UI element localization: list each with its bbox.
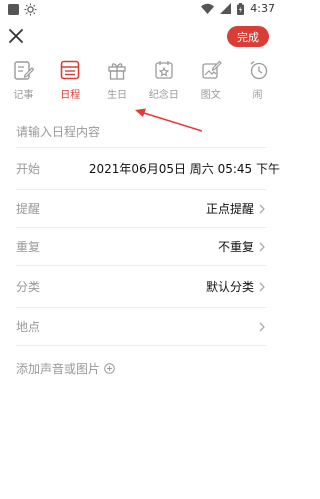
location-label: 地点 bbox=[16, 320, 41, 334]
tab-label: 纪念日 bbox=[148, 90, 179, 101]
tab-note[interactable]: 记事 bbox=[0, 58, 47, 104]
app-bar: 完成 bbox=[0, 22, 281, 52]
add-media-button[interactable]: 添加声音或图片 bbox=[16, 360, 115, 377]
content-placeholder: 请输入日程内容 bbox=[16, 124, 101, 139]
reminder-value: 正点提醒 bbox=[205, 202, 254, 216]
battery-icon bbox=[237, 2, 245, 15]
start-value: 2021年06月05日 周六 05:45 下午 bbox=[88, 162, 280, 176]
category-tabs: 记事 日程 生日 纪念日 图文 闹 bbox=[0, 58, 281, 104]
repeat-label: 重复 bbox=[16, 240, 41, 254]
category-value: 默认分类 bbox=[205, 280, 254, 294]
chevron-right-icon bbox=[259, 282, 265, 291]
tab-birthday[interactable]: 生日 bbox=[94, 58, 141, 104]
add-media-label: 添加声音或图片 bbox=[16, 362, 101, 376]
brightness-icon bbox=[24, 3, 37, 16]
chevron-right-icon bbox=[259, 242, 265, 251]
chevron-right-icon bbox=[259, 204, 265, 213]
repeat-value: 不重复 bbox=[217, 240, 254, 254]
status-time: 4:37 bbox=[250, 2, 275, 15]
notification-square-icon bbox=[8, 4, 19, 15]
wifi-icon bbox=[201, 3, 215, 14]
tab-alarm[interactable]: 闹 bbox=[234, 58, 281, 104]
close-icon[interactable] bbox=[6, 26, 26, 46]
schedule-icon bbox=[60, 60, 80, 80]
category-row[interactable]: 分类 默认分类 bbox=[16, 266, 266, 308]
image-text-icon bbox=[202, 60, 222, 79]
plus-circle-icon bbox=[104, 363, 115, 374]
repeat-row[interactable]: 重复 不重复 bbox=[16, 228, 266, 266]
tab-label: 闹 bbox=[252, 90, 263, 101]
anniversary-icon bbox=[155, 61, 173, 79]
chevron-right-icon bbox=[259, 322, 265, 331]
location-row[interactable]: 地点 bbox=[16, 308, 266, 346]
tab-schedule[interactable]: 日程 bbox=[47, 58, 94, 104]
signal-icon bbox=[220, 3, 232, 14]
start-time-row[interactable]: 开始 2021年06月05日 周六 05:45 下午 bbox=[16, 148, 280, 190]
note-icon bbox=[14, 61, 35, 80]
reminder-row[interactable]: 提醒 正点提醒 bbox=[16, 190, 266, 228]
status-bar: 4:37 bbox=[0, 0, 281, 18]
alarm-icon bbox=[250, 61, 267, 80]
tab-label: 记事 bbox=[13, 90, 34, 101]
done-button[interactable]: 完成 bbox=[227, 26, 269, 47]
tab-image-text[interactable]: 图文 bbox=[187, 58, 234, 104]
schedule-content-input[interactable]: 请输入日程内容 bbox=[16, 115, 266, 148]
tab-label: 图文 bbox=[200, 90, 221, 101]
tab-label: 生日 bbox=[107, 90, 128, 101]
category-label: 分类 bbox=[16, 280, 41, 294]
tab-anniversary[interactable]: 纪念日 bbox=[140, 58, 187, 104]
reminder-label: 提醒 bbox=[16, 202, 41, 216]
start-label: 开始 bbox=[16, 162, 41, 176]
tab-label: 日程 bbox=[60, 90, 81, 101]
gift-icon bbox=[108, 63, 126, 80]
